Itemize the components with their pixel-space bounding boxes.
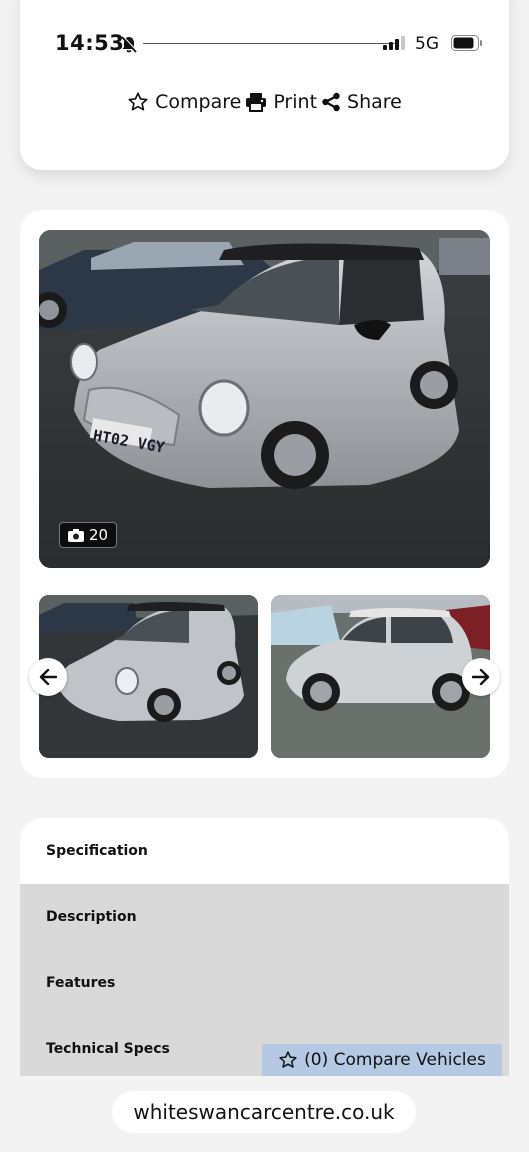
compare-vehicles-button[interactable]: (0) Compare Vehicles [262, 1044, 502, 1076]
browser-address-bar[interactable]: whiteswancarcentre.co.uk [112, 1091, 416, 1133]
thumbnail-photo-side [271, 595, 490, 758]
gallery-thumbnail-2[interactable] [271, 595, 490, 758]
status-time: 14:53 [55, 31, 125, 55]
gallery-next-button[interactable] [462, 658, 500, 696]
arrow-left-icon [39, 669, 57, 685]
photo-count-badge: 20 [59, 522, 118, 548]
signal-strength-icon [383, 36, 405, 50]
camera-icon [68, 528, 84, 542]
printer-icon [246, 93, 267, 112]
car-photo: HT02 VGY [39, 230, 490, 568]
gallery-previous-button[interactable] [29, 658, 67, 696]
compare-vehicles-label: (0) Compare Vehicles [304, 1050, 486, 1070]
compare-button[interactable]: Compare [127, 91, 241, 113]
vehicle-info-tabs: Specification Description Features Techn… [20, 818, 509, 1076]
status-bar: 14:53 5G [55, 30, 485, 58]
main-vehicle-photo[interactable]: HT02 VGY 20 [39, 230, 490, 568]
vehicle-actions: Compare Print Share [20, 88, 509, 116]
share-button[interactable]: Share [321, 91, 402, 113]
print-button[interactable]: Print [245, 91, 317, 113]
print-label: Print [273, 91, 318, 113]
url-text: whiteswancarcentre.co.uk [133, 1100, 395, 1124]
bell-muted-icon [121, 35, 138, 53]
thumbnail-photo-front [39, 595, 258, 758]
battery-icon [451, 35, 482, 51]
tab-specification[interactable]: Specification [20, 818, 509, 884]
photo-count: 20 [89, 526, 109, 544]
star-outline-icon [279, 1051, 297, 1068]
star-outline-icon [128, 92, 148, 111]
image-gallery: HT02 VGY 20 [20, 210, 509, 778]
share-label: Share [347, 91, 402, 113]
network-type: 5G [415, 34, 439, 54]
vehicle-header-card [20, 0, 509, 170]
share-icon [322, 92, 340, 112]
compare-label: Compare [155, 91, 242, 113]
gallery-thumbnail-1[interactable] [39, 595, 258, 758]
status-divider [143, 43, 395, 44]
tab-features[interactable]: Features [20, 950, 509, 1016]
tab-description[interactable]: Description [20, 884, 509, 950]
arrow-right-icon [472, 669, 490, 685]
